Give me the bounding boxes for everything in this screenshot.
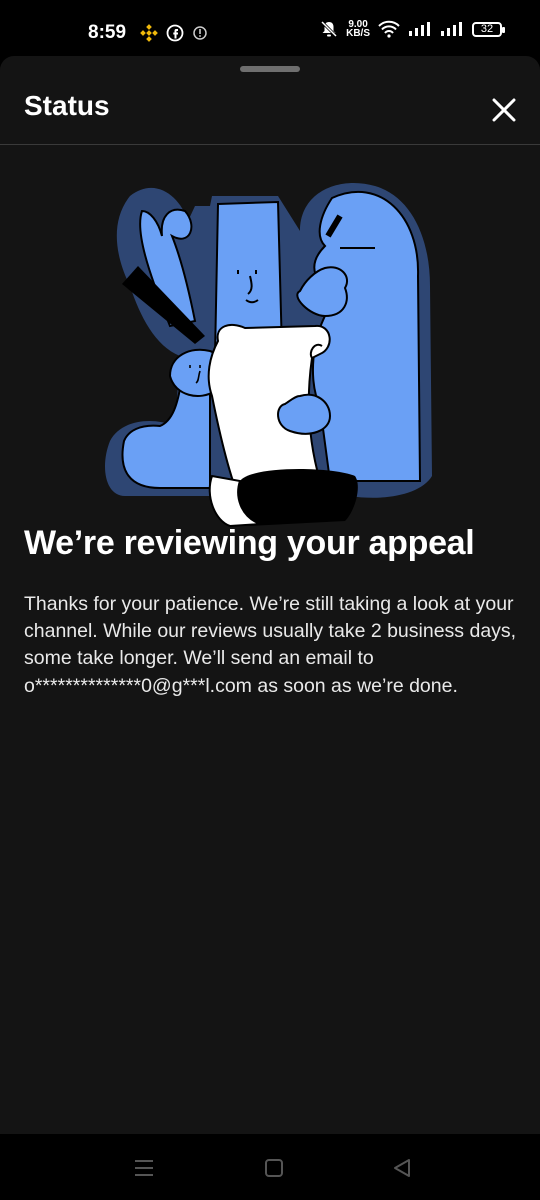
binance-icon	[140, 24, 158, 42]
speed-unit: KB/S	[346, 28, 370, 39]
signal-icon	[409, 22, 430, 36]
close-icon[interactable]	[490, 96, 518, 124]
network-speed: 9.00 KB/S	[346, 20, 370, 39]
notification-icons	[140, 24, 208, 42]
battery-icon: 32	[472, 21, 505, 37]
back-icon[interactable]	[390, 1156, 414, 1180]
clock: 8:59	[88, 22, 127, 43]
system-icons: 9.00 KB/S 32	[320, 20, 505, 39]
appeal-description: Thanks for your patience. We’re still ta…	[24, 593, 517, 697]
menu-icon[interactable]	[132, 1156, 156, 1180]
info-icon	[193, 26, 207, 40]
home-icon[interactable]	[262, 1156, 286, 1180]
mute-icon	[321, 20, 338, 38]
header-divider	[0, 144, 540, 145]
appeal-heading: We’re reviewing your appeal	[24, 524, 475, 562]
status-sheet: Status We’re reviewing your appeal Thank…	[0, 56, 540, 1134]
status-bar: 8:59 9.00 KB/S 32	[0, 0, 540, 58]
battery-level: 32	[480, 23, 494, 35]
wifi-icon	[378, 20, 400, 38]
signal-icon	[441, 22, 462, 36]
sheet-title: Status	[24, 90, 110, 121]
system-nav-bar	[0, 1134, 540, 1200]
drag-handle[interactable]	[240, 66, 300, 72]
facebook-icon	[166, 24, 184, 42]
appeal-review-illustration	[105, 183, 432, 528]
